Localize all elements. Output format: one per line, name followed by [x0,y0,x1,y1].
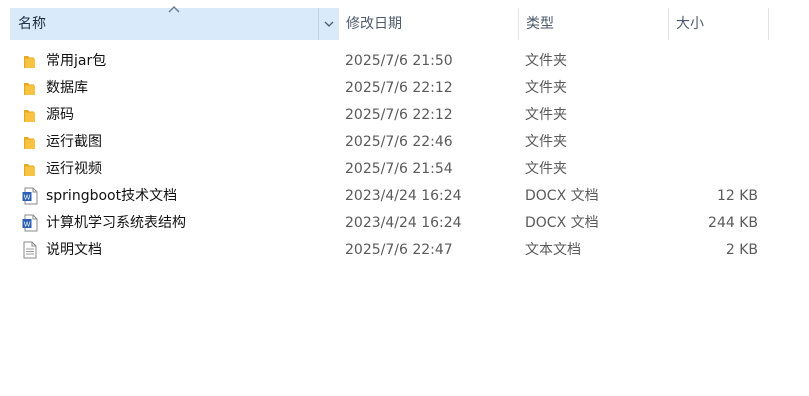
column-filter-dropdown[interactable] [318,8,338,40]
column-header-type-label: 类型 [526,16,554,32]
file-date-modified: 2025/7/6 22:47 [345,242,453,258]
svg-text:W: W [24,221,31,228]
file-type: 文件夹 [525,161,567,177]
file-type: DOCX 文档 [525,188,599,204]
file-date-modified: 2025/7/6 21:54 [345,161,453,177]
file-size: 244 KB [708,215,758,231]
column-header-date[interactable]: 修改日期 [338,8,518,40]
file-name: 运行截图 [46,134,102,150]
file-row[interactable]: W 计算机学习系统表结构 2023/4/24 16:24 DOCX 文档 244 KB [10,210,770,237]
file-type: DOCX 文档 [525,215,599,231]
text-document-icon [22,241,38,259]
file-size: 12 KB [716,188,758,204]
chevron-down-icon [324,21,333,27]
svg-text:W: W [24,194,31,201]
sort-ascending-icon [168,6,180,13]
file-name: 计算机学习系统表结构 [46,215,186,231]
file-type: 文本文档 [525,242,581,258]
file-name: 常用jar包 [46,53,107,69]
file-type: 文件夹 [525,107,567,123]
file-row[interactable]: 运行视频 2025/7/6 21:54 文件夹 [10,156,770,183]
file-type: 文件夹 [525,134,567,150]
folder-icon [22,133,38,151]
file-name: 说明文档 [46,242,102,258]
column-header-name-label: 名称 [18,16,46,32]
file-row[interactable]: 数据库 2025/7/6 22:12 文件夹 [10,75,770,102]
file-date-modified: 2025/7/6 22:12 [345,80,453,96]
file-date-modified: 2023/4/24 16:24 [345,188,462,204]
file-size: 2 KB [725,242,758,258]
file-date-modified: 2023/4/24 16:24 [345,215,462,231]
word-document-icon: W [22,214,38,232]
column-header-type[interactable]: 类型 [518,8,668,40]
column-divider[interactable] [768,8,769,40]
file-row[interactable]: 说明文档 2025/7/6 22:47 文本文档 2 KB [10,237,770,264]
file-name: 运行视频 [46,161,102,177]
column-header-bar: 名称 修改日期 类型 大小 [0,0,809,40]
file-type: 文件夹 [525,80,567,96]
folder-icon [22,106,38,124]
file-row[interactable]: 运行截图 2025/7/6 22:46 文件夹 [10,129,770,156]
file-row[interactable]: 源码 2025/7/6 22:12 文件夹 [10,102,770,129]
folder-icon [22,79,38,97]
file-row[interactable]: 常用jar包 2025/7/6 21:50 文件夹 [10,48,770,75]
column-header-size[interactable]: 大小 [668,8,768,40]
file-date-modified: 2025/7/6 22:46 [345,134,453,150]
file-row[interactable]: Wspringboot技术文档 2023/4/24 16:24 DOCX 文档 12 … [10,183,770,210]
file-name: 数据库 [46,80,88,96]
column-header-date-label: 修改日期 [346,16,402,32]
file-date-modified: 2025/7/6 21:50 [345,53,453,69]
file-name: 源码 [46,107,74,123]
column-header-size-label: 大小 [676,16,704,32]
file-type: 文件夹 [525,53,567,69]
word-document-icon: W [22,187,38,205]
file-name: springboot技术文档 [46,188,178,204]
file-date-modified: 2025/7/6 22:12 [345,107,453,123]
folder-icon [22,52,38,70]
folder-icon [22,160,38,178]
